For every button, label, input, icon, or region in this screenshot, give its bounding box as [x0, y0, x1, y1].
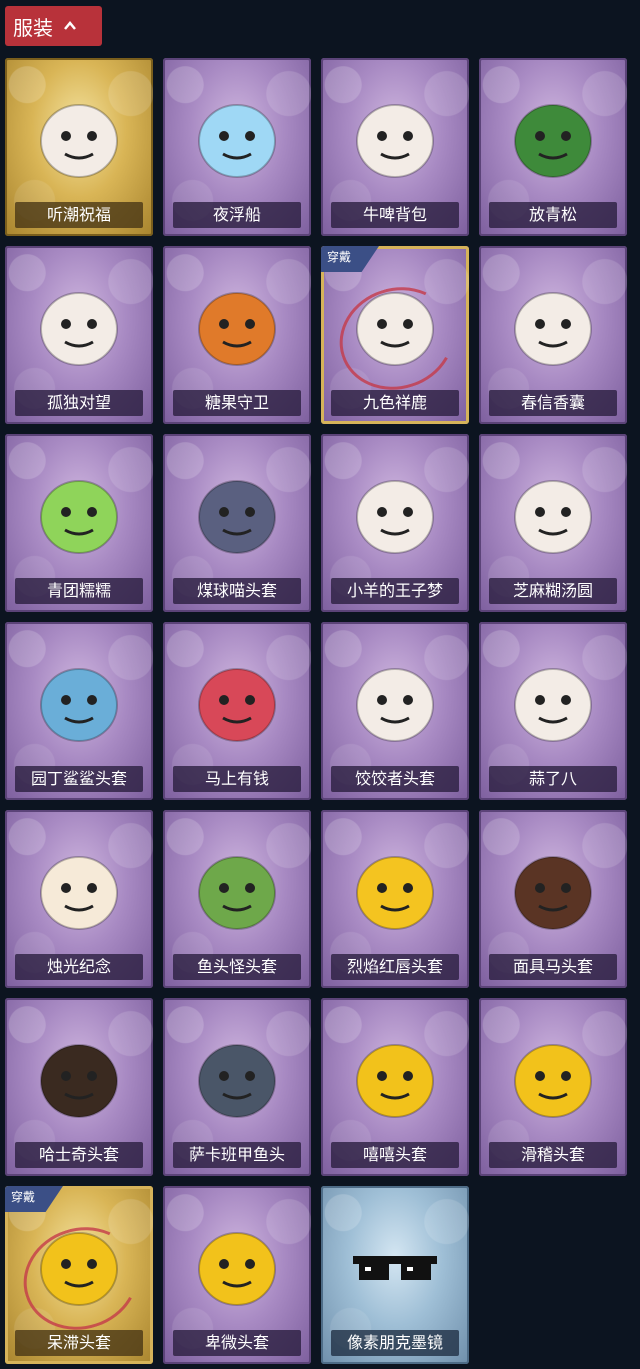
costume-name: 呆滞头套: [15, 1330, 143, 1356]
shark-head-icon: [40, 668, 118, 742]
costume-name: 芝麻糊汤圆: [489, 578, 617, 604]
costume-card[interactable]: 马上有钱: [163, 622, 311, 800]
red-horse-icon: [198, 668, 276, 742]
pikachu-mask-icon: [356, 856, 434, 930]
sacabambaspis-head-icon: [198, 1044, 276, 1118]
costume-name: 像素朋克墨镜: [331, 1330, 459, 1356]
costume-card[interactable]: 夜浮船: [163, 58, 311, 236]
costume-name: 嘻嘻头套: [331, 1142, 459, 1168]
costume-name: 园丁鲨鲨头套: [15, 766, 143, 792]
costume-card[interactable]: 嘻嘻头套: [321, 998, 469, 1176]
costume-card[interactable]: 放青松: [479, 58, 627, 236]
costume-card[interactable]: 春信香囊: [479, 246, 627, 424]
costume-name: 鱼头怪头套: [173, 954, 301, 980]
costume-card[interactable]: 鱼头怪头套: [163, 810, 311, 988]
costume-name: 烈焰红唇头套: [331, 954, 459, 980]
costume-name: 放青松: [489, 202, 617, 228]
costume-card[interactable]: 穿戴 呆滞头套: [5, 1186, 153, 1364]
humble-emoji-icon: [198, 1232, 276, 1306]
costume-card[interactable]: 滑稽头套: [479, 998, 627, 1176]
costume-card[interactable]: 烛光纪念: [5, 810, 153, 988]
doll-charm-icon: [40, 292, 118, 366]
costume-card[interactable]: 萨卡班甲鱼头: [163, 998, 311, 1176]
costume-card[interactable]: 蒜了八: [479, 622, 627, 800]
costume-name: 滑稽头套: [489, 1142, 617, 1168]
cat-head-icon: [198, 480, 276, 554]
costume-name: 夜浮船: [173, 202, 301, 228]
costume-name: 小羊的王子梦: [331, 578, 459, 604]
costume-name: 烛光纪念: [15, 954, 143, 980]
costume-name: 孤独对望: [15, 390, 143, 416]
costume-card[interactable]: 烈焰红唇头套: [321, 810, 469, 988]
smirk-emoji-icon: [514, 1044, 592, 1118]
candle-head-icon: [40, 856, 118, 930]
costume-grid: 听潮祝福 夜浮船 牛啤背包 放青松孤独对望 糖果守卫 穿戴 九色祥鹿 春信香囊青团糯糯 煤球喵头…: [5, 58, 627, 1364]
green-dumpling-icon: [40, 480, 118, 554]
costume-card[interactable]: 穿戴 九色祥鹿: [321, 246, 469, 424]
husky-head-icon: [40, 1044, 118, 1118]
fish-head-icon: [198, 856, 276, 930]
costume-card[interactable]: 孤独对望: [5, 246, 153, 424]
category-title: 服装: [13, 15, 53, 40]
costume-card[interactable]: 煤球喵头套: [163, 434, 311, 612]
costume-card[interactable]: 青团糯糯: [5, 434, 153, 612]
costume-card[interactable]: 芝麻糊汤圆: [479, 434, 627, 612]
jellyfish-icon: [198, 104, 276, 178]
cow-barrel-icon: [356, 104, 434, 178]
costume-name: 听潮祝福: [15, 202, 143, 228]
grin-emoji-icon: [356, 1044, 434, 1118]
costume-card[interactable]: 小羊的王子梦: [321, 434, 469, 612]
costume-name: 蒜了八: [489, 766, 617, 792]
costume-name: 萨卡班甲鱼头: [173, 1142, 301, 1168]
costume-card[interactable]: 饺饺者头套: [321, 622, 469, 800]
costume-card[interactable]: 牛啤背包: [321, 58, 469, 236]
costume-name: 面具马头套: [489, 954, 617, 980]
costume-name: 青团糯糯: [15, 578, 143, 604]
costume-name: 卑微头套: [173, 1330, 301, 1356]
costume-card[interactable]: 像素朋克墨镜: [321, 1186, 469, 1364]
rice-ball-icon: [514, 480, 592, 554]
costume-card[interactable]: 听潮祝福: [5, 58, 153, 236]
costume-card[interactable]: 卑微头套: [163, 1186, 311, 1364]
costume-name: 牛啤背包: [331, 202, 459, 228]
garlic-head-icon: [514, 668, 592, 742]
costume-name: 春信香囊: [489, 390, 617, 416]
dumpling-head-icon: [356, 668, 434, 742]
pixel-sunglasses-icon: [353, 1256, 437, 1280]
costume-name: 糖果守卫: [173, 390, 301, 416]
costume-name: 马上有钱: [173, 766, 301, 792]
costume-name: 煤球喵头套: [173, 578, 301, 604]
sachet-icon: [514, 292, 592, 366]
costume-card[interactable]: 面具马头套: [479, 810, 627, 988]
costume-card[interactable]: 哈士奇头套: [5, 998, 153, 1176]
mannequin-wings-icon: [40, 104, 118, 178]
costume-name: 饺饺者头套: [331, 766, 459, 792]
costume-name: 哈士奇头套: [15, 1142, 143, 1168]
horse-mask-icon: [514, 856, 592, 930]
pumpkin-charm-icon: [198, 292, 276, 366]
chevron-up-icon: [64, 21, 76, 30]
costume-card[interactable]: 园丁鲨鲨头套: [5, 622, 153, 800]
costume-category-toggle[interactable]: 服装: [5, 6, 102, 46]
costume-card[interactable]: 糖果守卫: [163, 246, 311, 424]
costume-name: 九色祥鹿: [331, 390, 459, 416]
sheep-crown-icon: [356, 480, 434, 554]
bonsai-tree-icon: [514, 104, 592, 178]
